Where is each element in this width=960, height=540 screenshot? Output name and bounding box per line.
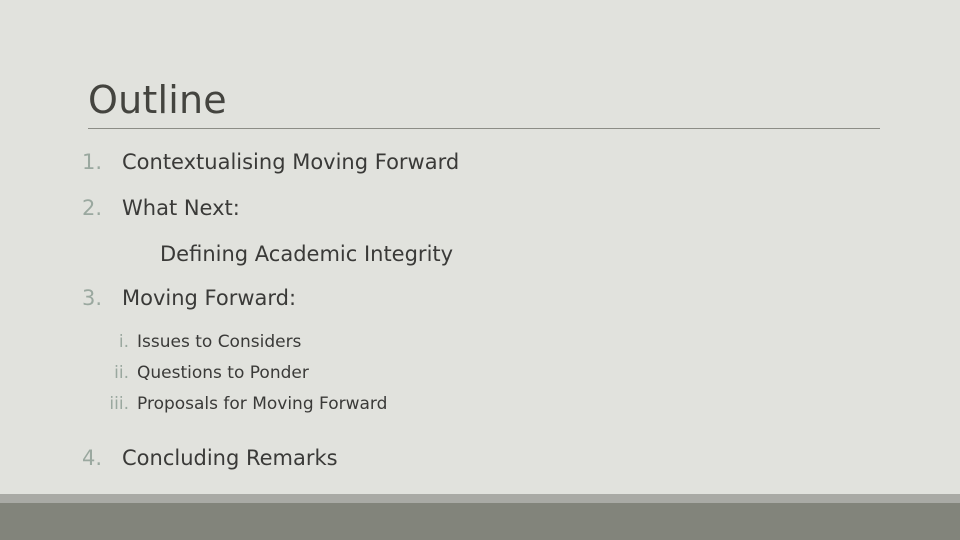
sub-list-item-marker: i. (118, 332, 129, 352)
sub-list-item-label: Questions to Ponder (137, 363, 309, 383)
title-divider (88, 128, 880, 129)
page-title: Outline (88, 78, 227, 122)
title-block: Outline (88, 78, 880, 129)
outline-list: 1. Contextualising Moving Forward 2. Wha… (82, 147, 902, 489)
sub-list-item-marker: ii. (114, 363, 129, 383)
list-item-label: What Next: (122, 196, 240, 220)
list-item-marker: 1. (82, 150, 103, 174)
sub-list-item-label: Proposals for Moving Forward (137, 394, 388, 414)
sub-list-item: i. Issues to Considers (82, 329, 902, 355)
list-item-label: Concluding Remarks (122, 446, 338, 470)
sub-list-item-marker: iii. (109, 394, 129, 414)
list-item-marker: 2. (82, 196, 103, 220)
sub-list-item-label: Issues to Considers (137, 332, 302, 352)
outline-sub-list: i. Issues to Considers ii. Questions to … (82, 329, 902, 417)
list-item: Defining Academic Integrity (82, 239, 902, 269)
footer-accent-band (0, 494, 960, 503)
footer-band (0, 503, 960, 540)
sub-list-item: iii. Proposals for Moving Forward (82, 391, 902, 417)
list-item: 3. Moving Forward: (82, 283, 902, 313)
list-item-label: Moving Forward: (122, 286, 297, 310)
list-item-label: Contextualising Moving Forward (122, 150, 460, 174)
list-item-label: Defining Academic Integrity (160, 242, 454, 266)
list-item: 1. Contextualising Moving Forward (82, 147, 902, 177)
list-item-marker: 4. (82, 446, 103, 470)
list-item: 2. What Next: (82, 193, 902, 223)
sub-list-item: ii. Questions to Ponder (82, 360, 902, 386)
slide: Outline 1. Contextualising Moving Forwar… (0, 0, 960, 540)
list-item-marker: 3. (82, 286, 103, 310)
list-item: 4. Concluding Remarks (82, 443, 902, 473)
